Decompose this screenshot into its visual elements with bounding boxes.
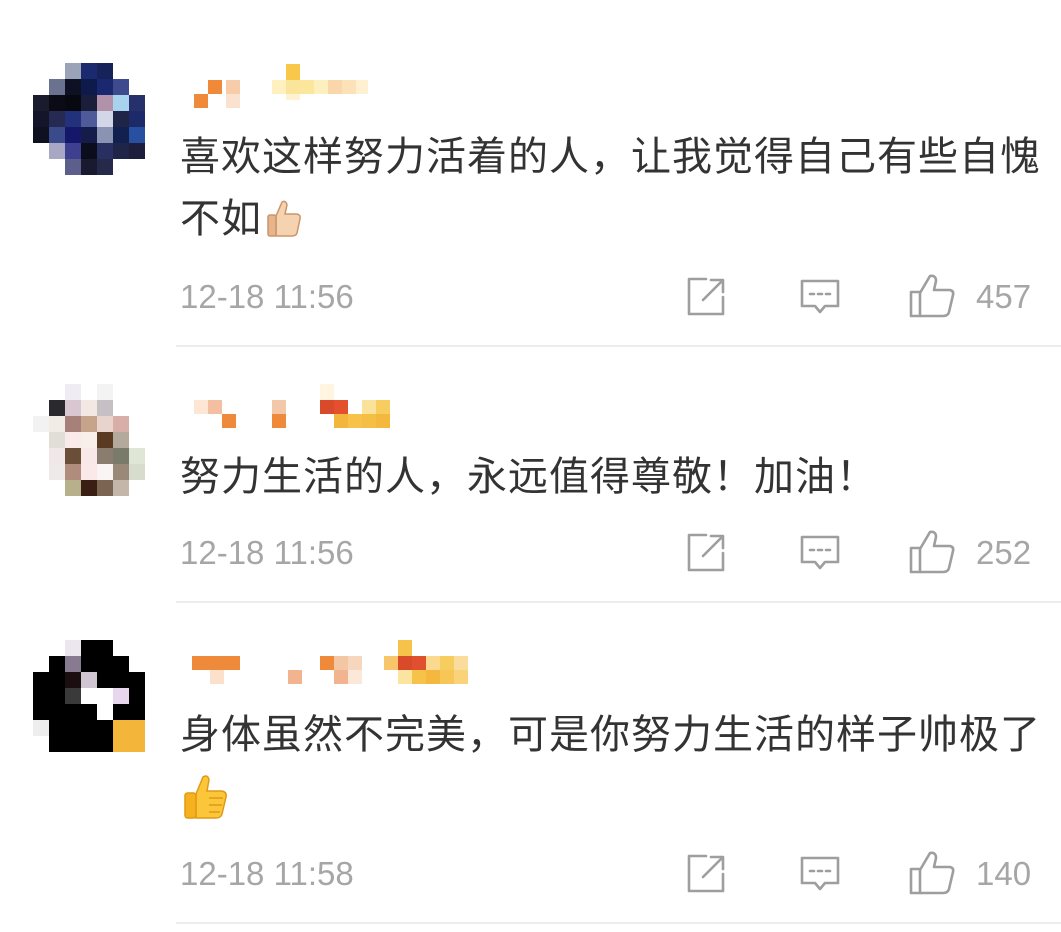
thumbs-up-yellow-icon: [182, 772, 230, 820]
comment-timestamp: 12-18 11:58: [180, 855, 354, 892]
comment-body: 努力生活的人，永远值得尊敬！加油！: [180, 454, 877, 500]
reply-icon[interactable]: [798, 531, 842, 575]
comment-timestamp: 12-18 11:56: [180, 534, 354, 571]
comment-item: 喜欢这样努力活着的人，让我觉得自己有些自愧不如 12-18 11:56 457: [0, 0, 1061, 347]
like-count: 457: [976, 278, 1032, 315]
username-mosaic[interactable]: [180, 64, 380, 108]
comment-text: 努力生活的人，永远值得尊敬！加油！: [180, 446, 1042, 508]
comment-body: 喜欢这样努力活着的人，让我觉得自己有些自愧不如: [180, 134, 1041, 242]
like-count: 252: [976, 534, 1032, 571]
like-icon[interactable]: [908, 528, 956, 576]
divider: [176, 345, 1061, 347]
repost-icon[interactable]: [684, 531, 728, 575]
repost-icon[interactable]: [684, 852, 728, 896]
divider: [176, 601, 1061, 603]
avatar[interactable]: [33, 640, 145, 752]
thumbs-up-light-icon: [264, 194, 304, 237]
comment-text: 身体虽然不完美，可是你努力生活的样子帅极了: [180, 704, 1042, 828]
avatar[interactable]: [33, 63, 145, 175]
reply-icon[interactable]: [798, 852, 842, 896]
comment-body: 身体虽然不完美，可是你努力生活的样子帅极了: [180, 712, 1041, 758]
divider: [176, 922, 1061, 924]
avatar[interactable]: [33, 384, 145, 496]
comment-text: 喜欢这样努力活着的人，让我觉得自己有些自愧不如: [180, 126, 1042, 250]
like-icon[interactable]: [908, 272, 956, 320]
like-count: 140: [976, 855, 1032, 892]
username-mosaic[interactable]: [180, 384, 410, 428]
reply-icon[interactable]: [798, 275, 842, 319]
username-mosaic[interactable]: [180, 640, 490, 684]
like-icon[interactable]: [908, 849, 956, 897]
comment-timestamp: 12-18 11:56: [180, 278, 354, 315]
repost-icon[interactable]: [684, 275, 728, 319]
